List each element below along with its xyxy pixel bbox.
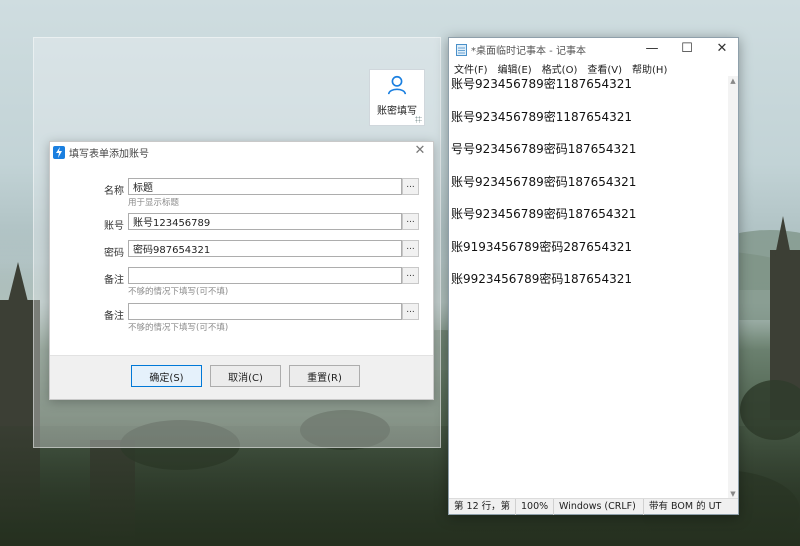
account-fill-label: 账密填写	[377, 106, 417, 117]
text-line: 账号923456789密1187654321	[451, 77, 633, 91]
vertical-scrollbar[interactable]: ▲ ▼	[728, 76, 738, 499]
resize-grip-icon[interactable]	[415, 116, 422, 123]
scroll-up-icon[interactable]: ▲	[728, 76, 738, 86]
minimize-icon[interactable]: —	[634, 38, 670, 60]
note-label-1: 备注	[104, 275, 124, 286]
status-zoom: 100%	[515, 498, 553, 515]
notepad-text-area[interactable]: 账号923456789密1187654321 账号923456789密11876…	[449, 76, 730, 499]
text-line: 账号923456789密1187654321	[451, 109, 633, 124]
note-input-2[interactable]	[128, 303, 402, 320]
account-label: 账号	[104, 221, 124, 232]
text-line: 账号923456789密码187654321	[451, 174, 637, 189]
password-label: 密码	[104, 248, 124, 259]
close-icon[interactable]: ✕	[704, 38, 740, 60]
dialog-titlebar[interactable]: 填写表单添加账号 ✕	[50, 142, 433, 162]
menu-file[interactable]: 文件(F)	[454, 61, 488, 76]
menu-edit[interactable]: 编辑(E)	[498, 61, 532, 76]
lightning-icon	[53, 145, 65, 159]
notepad-titlebar[interactable]: *桌面临时记事本 - 记事本 — ☐ ✕	[449, 38, 738, 60]
reset-button[interactable]: 重置(R)	[289, 365, 360, 387]
dialog-title: 填写表单添加账号	[69, 148, 149, 160]
notepad-menubar: 文件(F) 编辑(E) 格式(O) 查看(V) 帮助(H)	[449, 60, 738, 76]
name-input[interactable]	[128, 178, 402, 195]
status-encoding: 带有 BOM 的 UT	[643, 498, 726, 515]
notepad-statusbar: 第 12 行，第 100% Windows (CRLF) 带有 BOM 的 UT	[449, 498, 738, 515]
notepad-window: *桌面临时记事本 - 记事本 — ☐ ✕ 文件(F) 编辑(E) 格式(O) 查…	[448, 37, 739, 515]
menu-view[interactable]: 查看(V)	[587, 61, 622, 76]
dialog-close-icon[interactable]: ✕	[413, 144, 427, 158]
text-line: 号号923456789密码187654321	[451, 142, 637, 156]
password-input[interactable]	[128, 240, 402, 257]
status-line-ending: Windows (CRLF)	[553, 498, 643, 515]
text-line: 账9193456789密码287654321	[451, 239, 633, 254]
notepad-icon	[456, 43, 467, 56]
note-hint-1: 不够的情况下填写(可不填)	[128, 287, 229, 297]
ok-button[interactable]: 确定(S)	[131, 365, 202, 387]
note-more-button-1[interactable]: ...	[402, 267, 419, 284]
name-more-button[interactable]: ...	[402, 178, 419, 195]
note-input-1[interactable]	[128, 267, 402, 284]
dialog-form: 名称 ... 用于显示标题 账号 ... 密码 ... 备注 ... 不够的情况…	[50, 162, 433, 355]
add-account-dialog: 填写表单添加账号 ✕ 名称 ... 用于显示标题 账号 ... 密码 ... 备…	[49, 141, 434, 400]
text-line: 账号923456789密码187654321	[451, 207, 637, 221]
user-icon	[387, 75, 407, 95]
cancel-button[interactable]: 取消(C)	[210, 365, 281, 387]
menu-format[interactable]: 格式(O)	[542, 61, 578, 76]
notepad-title: *桌面临时记事本 - 记事本	[471, 45, 586, 57]
name-hint: 用于显示标题	[128, 198, 180, 208]
account-input[interactable]	[128, 213, 402, 230]
dialog-footer: 确定(S) 取消(C) 重置(R)	[50, 355, 433, 399]
menu-help[interactable]: 帮助(H)	[632, 61, 667, 76]
status-position: 第 12 行，第	[454, 500, 511, 512]
text-line: 账9923456789密码187654321	[451, 272, 633, 286]
note-label-2: 备注	[104, 311, 124, 322]
note-more-button-2[interactable]: ...	[402, 303, 419, 320]
note-hint-2: 不够的情况下填写(可不填)	[128, 323, 229, 333]
maximize-icon[interactable]: ☐	[669, 38, 705, 60]
account-more-button[interactable]: ...	[402, 213, 419, 230]
name-label: 名称	[104, 186, 124, 197]
account-fill-button[interactable]: 账密填写	[369, 69, 425, 126]
password-more-button[interactable]: ...	[402, 240, 419, 257]
